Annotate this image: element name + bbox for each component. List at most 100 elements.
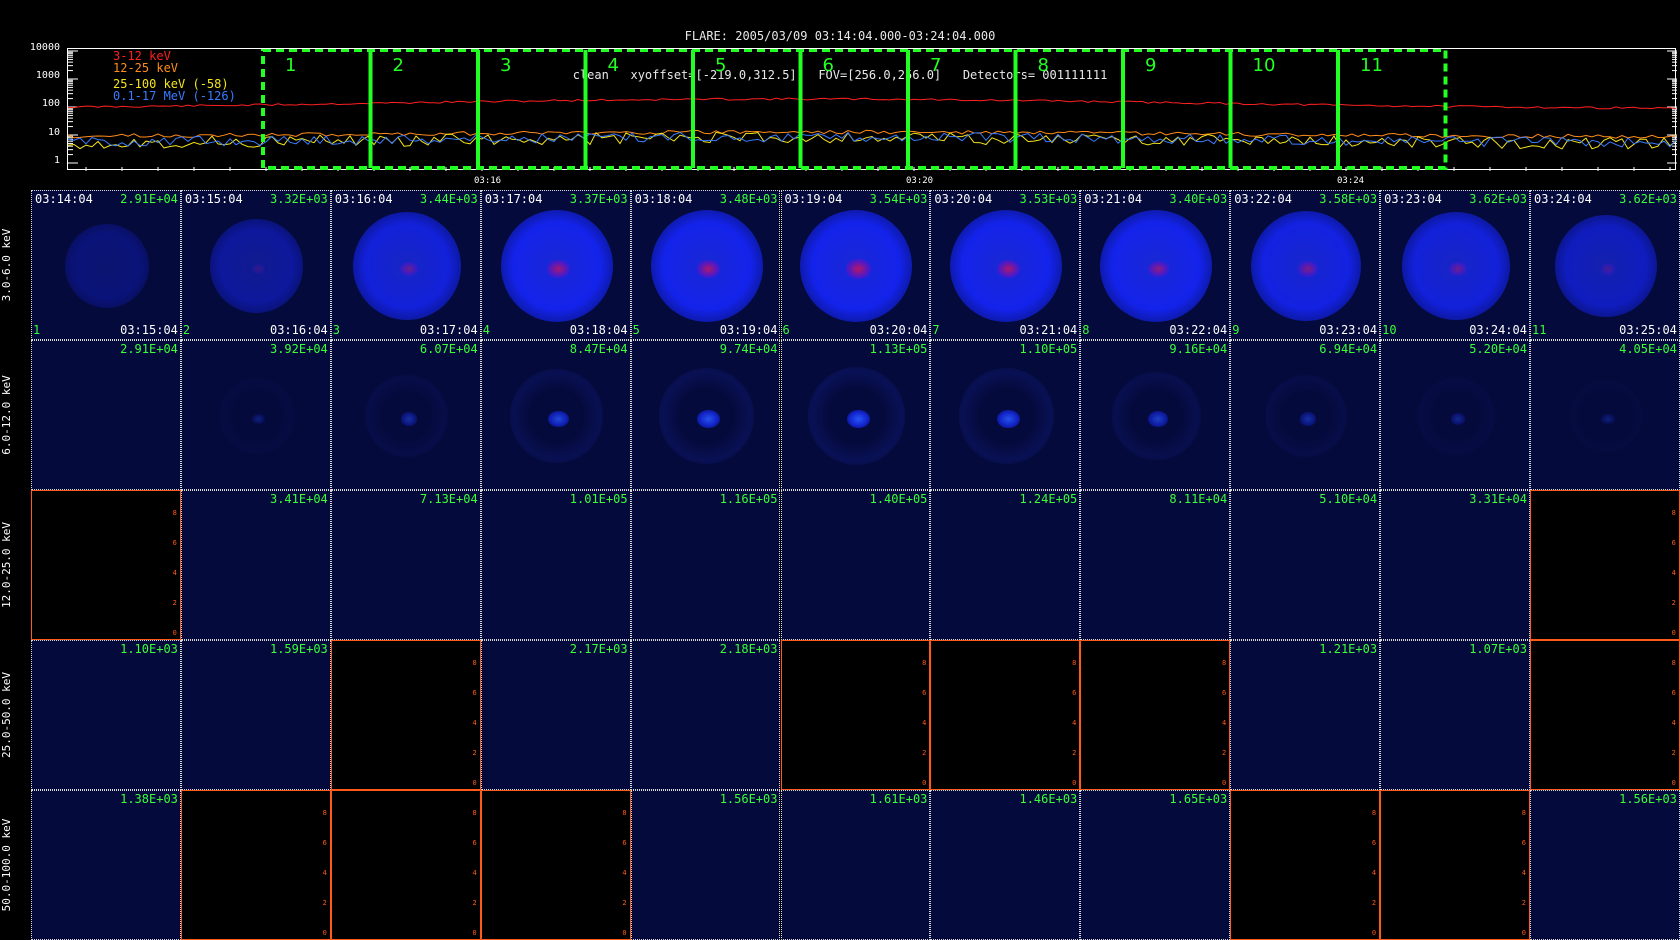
axis-tick: 2: [472, 749, 477, 757]
image-cell[interactable]: 6.07E+04: [330, 340, 481, 490]
image-cell[interactable]: 3.62E+03 03:24:04 03:25:04 11: [1530, 190, 1680, 340]
flux-value: 3.54E+03: [869, 192, 928, 206]
image-cell[interactable]: 3.53E+03 03:20:04 03:21:04 7: [930, 190, 1081, 340]
image-cell[interactable]: 1.65E+03: [1080, 790, 1231, 940]
start-time: 03:21:04: [1084, 192, 1143, 206]
image-cell[interactable]: 3.44E+03 03:16:04 03:17:04 3: [330, 190, 481, 340]
lightcurve-plot: 1 2 3 4 5 6 7 8 9 10 11: [68, 49, 1677, 171]
image-cell[interactable]: 1.21E+03: [1230, 640, 1381, 790]
image-cell[interactable]: 8 6 4 2 0: [330, 640, 481, 790]
interval-number: 8: [1038, 55, 1049, 76]
image-cell[interactable]: 1.38E+03: [31, 790, 181, 940]
axis-tick: 6: [1221, 689, 1227, 697]
image-cell[interactable]: 8 6 4 2 0: [1230, 790, 1381, 940]
image-cell[interactable]: 1.16E+05: [630, 490, 781, 640]
flux-value: 3.53E+03: [1019, 192, 1078, 206]
image-cell[interactable]: 2.91E+04 03:14:04 03:15:04 1: [31, 190, 181, 340]
interval-number: 9: [1145, 55, 1156, 76]
image-cell[interactable]: 8.11E+04: [1080, 490, 1231, 640]
image-cell[interactable]: 3.31E+04: [1380, 490, 1530, 640]
image-cell[interactable]: 8 6 4 2 0: [330, 790, 481, 940]
image-cell[interactable]: 1.59E+03: [180, 640, 331, 790]
image-cell[interactable]: 8 6 4 2 0: [480, 790, 631, 940]
flux-value: 1.13E+05: [869, 342, 928, 356]
image-cell[interactable]: 1.56E+03: [630, 790, 781, 940]
image-cell[interactable]: 8 6 4 2 0: [1530, 490, 1680, 640]
interval-number: 4: [608, 55, 619, 76]
end-time: 03:19:04: [719, 323, 778, 337]
flux-value: 1.16E+05: [719, 492, 778, 506]
flux-value: 2.91E+04: [120, 342, 178, 356]
end-time: 03:20:04: [869, 323, 928, 337]
axis-tick: 0: [1521, 929, 1526, 937]
image-cell[interactable]: 8 6 4 2 0: [180, 790, 331, 940]
flux-value: 2.17E+03: [569, 642, 628, 656]
axis-tick: 4: [1072, 719, 1077, 727]
axis-tick: 2: [1221, 749, 1227, 757]
flux-value: 3.31E+04: [1469, 492, 1527, 506]
image-cell[interactable]: 8 6 4 2 0: [31, 490, 181, 640]
axis-tick: 0: [922, 779, 927, 787]
flux-value: 3.40E+03: [1169, 192, 1228, 206]
image-cell[interactable]: 8 6 4 2 0: [1530, 640, 1680, 790]
interval-index: 11: [1532, 323, 1547, 337]
axis-tick: 8: [622, 809, 627, 817]
image-cell[interactable]: 1.13E+05: [780, 340, 931, 490]
interval-number: 3: [500, 55, 511, 76]
axis-tick: 6: [1072, 689, 1077, 697]
axis-tick: 8: [1221, 659, 1227, 667]
image-cell[interactable]: 3.37E+03 03:17:04 03:18:04 4: [480, 190, 631, 340]
image-cell[interactable]: 9.74E+04: [630, 340, 781, 490]
image-cell[interactable]: 2.18E+03: [630, 640, 781, 790]
image-cell[interactable]: 1.56E+03: [1530, 790, 1680, 940]
image-cell[interactable]: 5.20E+04: [1380, 340, 1530, 490]
start-time: 03:22:04: [1234, 192, 1292, 206]
image-cell[interactable]: 1.61E+03: [780, 790, 931, 940]
image-cell[interactable]: 1.46E+03: [930, 790, 1081, 940]
flux-value: 3.62E+03: [1619, 192, 1677, 206]
flux-value: 1.40E+05: [869, 492, 928, 506]
image-cell[interactable]: 3.48E+03 03:18:04 03:19:04 5: [630, 190, 781, 340]
flux-value: 9.16E+04: [1169, 342, 1228, 356]
image-cell[interactable]: 6.94E+04: [1230, 340, 1381, 490]
image-cell[interactable]: 8 6 4 2 0: [1080, 640, 1231, 790]
image-cell[interactable]: 5.10E+04: [1230, 490, 1381, 640]
flux-value: 1.10E+05: [1019, 342, 1078, 356]
axis-tick: 0: [1072, 779, 1077, 787]
interval-number: 11: [1360, 55, 1383, 76]
image-cell[interactable]: 3.40E+03 03:21:04 03:22:04 8: [1080, 190, 1231, 340]
image-cell[interactable]: 1.10E+03: [31, 640, 181, 790]
image-cell[interactable]: 8.47E+04: [480, 340, 631, 490]
image-cell[interactable]: 3.41E+04: [180, 490, 331, 640]
axis-tick: 4: [922, 719, 927, 727]
image-cell[interactable]: 1.10E+05: [930, 340, 1081, 490]
end-time: 03:23:04: [1319, 323, 1378, 337]
image-cell[interactable]: 8 6 4 2 0: [780, 640, 931, 790]
image-cell[interactable]: 1.07E+03: [1380, 640, 1530, 790]
image-cell[interactable]: 1.40E+05: [780, 490, 931, 640]
axis-tick: 2: [1072, 749, 1077, 757]
image-cell[interactable]: 1.01E+05: [480, 490, 631, 640]
image-cell[interactable]: 3.54E+03 03:19:04 03:20:04 6: [780, 190, 931, 340]
image-cell[interactable]: 3.32E+03 03:15:04 03:16:04 2: [180, 190, 331, 340]
image-cell[interactable]: 9.16E+04: [1080, 340, 1231, 490]
image-cell[interactable]: 3.92E+04: [180, 340, 331, 490]
axis-tick: 0: [1371, 929, 1377, 937]
lightcurve-panel[interactable]: 1 2 3 4 5 6 7 8 9 10 11: [67, 48, 1677, 171]
energy-band-label: 6.0-12.0 keV: [0, 340, 28, 490]
image-cell[interactable]: 7.13E+04: [330, 490, 481, 640]
image-cell[interactable]: 8 6 4 2 0: [1380, 790, 1530, 940]
image-cell[interactable]: 8 6 4 2 0: [930, 640, 1081, 790]
end-time: 03:22:04: [1169, 323, 1228, 337]
image-cell[interactable]: 2.17E+03: [480, 640, 631, 790]
flux-value: 1.46E+03: [1019, 792, 1078, 806]
start-time: 03:16:04: [334, 192, 393, 206]
energy-row: 12.0-25.0 keV 8 6 4 2 0 3.41E+04 7.13E+04 1.01E+…: [0, 490, 1680, 640]
image-cell[interactable]: 1.24E+05: [930, 490, 1081, 640]
axis-tick: 0: [622, 929, 627, 937]
image-cell[interactable]: 3.62E+03 03:23:04 03:24:04 10: [1380, 190, 1530, 340]
image-cell[interactable]: 3.58E+03 03:22:04 03:23:04 9: [1230, 190, 1381, 340]
axis-tick: 4: [1671, 719, 1676, 727]
image-cell[interactable]: 4.05E+04: [1530, 340, 1680, 490]
image-cell[interactable]: 2.91E+04: [31, 340, 181, 490]
